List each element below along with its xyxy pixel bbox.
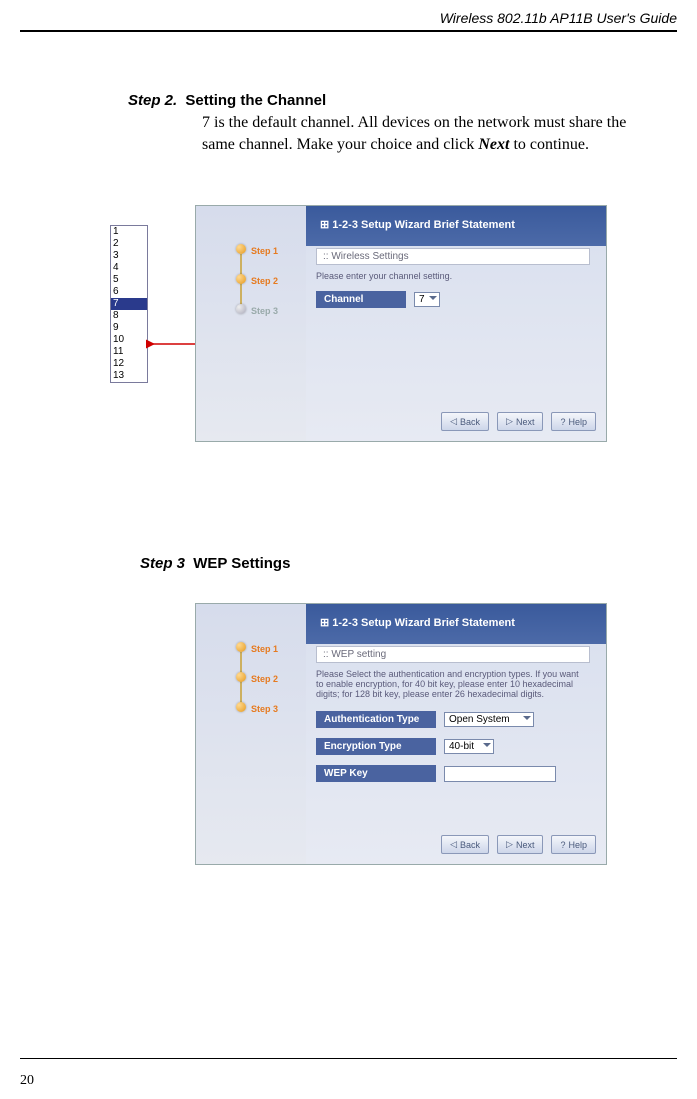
help-glyph-icon: ? xyxy=(560,417,565,427)
wizard-sidebar: Step 1 Step 2 Step 3 xyxy=(196,206,306,441)
channel-select[interactable]: 7 xyxy=(414,292,440,307)
wizard-banner: ⊞ 1-2-3 Setup Wizard Brief Statement xyxy=(306,206,606,246)
next-button-label-3: Next xyxy=(516,840,535,850)
channel-option[interactable]: 7 xyxy=(111,298,147,310)
channel-option[interactable]: 11 xyxy=(111,346,147,358)
auth-type-label: Authentication Type xyxy=(316,711,436,728)
help-button[interactable]: ? Help xyxy=(551,412,596,431)
wizard-step-3-screenshot: Step 1 Step 2 Step 3 ⊞ 1-2-3 Setup Wizar… xyxy=(195,603,607,865)
channel-option[interactable]: 6 xyxy=(111,286,147,298)
back-button-label-3: Back xyxy=(460,840,480,850)
figure-step-3: Step 1 Step 2 Step 3 ⊞ 1-2-3 Setup Wizar… xyxy=(0,603,697,883)
step-2-title-text: Setting the Channel xyxy=(185,92,326,109)
footer-rule xyxy=(20,1058,677,1059)
banner-text-3: 1-2-3 Setup Wizard Brief Statement xyxy=(332,617,515,629)
panel-title-wep: :: WEP setting xyxy=(316,646,590,663)
channel-option[interactable]: 1 xyxy=(111,226,147,238)
wizard-main-3: ⊞ 1-2-3 Setup Wizard Brief Statement :: … xyxy=(306,604,606,864)
step-2-text: 7 is the default channel. All devices on… xyxy=(202,112,657,155)
step-3-block: Step 3 WEP Settings xyxy=(140,555,657,573)
sidebar-step-1-label-b: Step 1 xyxy=(251,644,278,654)
back-button[interactable]: ◁ Back xyxy=(441,412,489,431)
sidebar-dot-2b xyxy=(236,672,246,682)
step-3-label: Step 3 xyxy=(140,555,185,572)
sidebar-dot-2 xyxy=(236,274,246,284)
auth-row: Authentication Type Open System xyxy=(316,711,596,728)
page-number: 20 xyxy=(20,1073,34,1089)
wepkey-row: WEP Key xyxy=(316,765,596,782)
step-2-text-b: to continue. xyxy=(509,136,589,153)
figure-step-2: 12345678910111213 Step 1 Step 2 Step 3 xyxy=(0,205,697,465)
sidebar-step-3-label-b: Step 3 xyxy=(251,704,278,714)
channel-label: Channel xyxy=(316,291,406,308)
sidebar-step-2-label-b: Step 2 xyxy=(251,674,278,684)
channel-option[interactable]: 13 xyxy=(111,370,147,382)
help-button-3[interactable]: ? Help xyxy=(551,835,596,854)
wepkey-label: WEP Key xyxy=(316,765,436,782)
sidebar-dot-3 xyxy=(236,304,246,314)
panel-instruction-wireless: Please enter your channel setting. xyxy=(316,271,596,281)
next-glyph-icon: ▷ xyxy=(506,416,513,427)
enc-row: Encryption Type 40-bit xyxy=(316,738,596,755)
banner-text: 1-2-3 Setup Wizard Brief Statement xyxy=(332,219,515,231)
wepkey-input[interactable] xyxy=(444,766,556,782)
channel-option[interactable]: 5 xyxy=(111,274,147,286)
next-button[interactable]: ▷ Next xyxy=(497,412,543,431)
channel-row: Channel 7 xyxy=(316,291,596,308)
panel-instruction-wep: Please Select the authentication and enc… xyxy=(316,669,596,699)
wizard-button-row: ◁ Back ▷ Next ? Help xyxy=(441,412,596,431)
sidebar-step-1-label: Step 1 xyxy=(251,246,278,256)
channel-option[interactable]: 2 xyxy=(111,238,147,250)
channel-dropdown-list[interactable]: 12345678910111213 xyxy=(110,225,148,383)
help-glyph-icon-3: ? xyxy=(560,840,565,850)
channel-option[interactable]: 12 xyxy=(111,358,147,370)
next-button-label: Next xyxy=(516,417,535,427)
step-3-title-text: WEP Settings xyxy=(193,555,290,572)
help-button-label: Help xyxy=(568,417,587,427)
back-button-label: Back xyxy=(460,417,480,427)
step-2-label: Step 2. xyxy=(128,92,177,109)
channel-option[interactable]: 9 xyxy=(111,322,147,334)
sidebar-step-3-label: Step 3 xyxy=(251,306,278,316)
panel-title-wireless: :: Wireless Settings xyxy=(316,248,590,265)
channel-option[interactable]: 8 xyxy=(111,310,147,322)
sidebar-dot-3b xyxy=(236,702,246,712)
channel-option[interactable]: 10 xyxy=(111,334,147,346)
enc-type-select[interactable]: 40-bit xyxy=(444,739,494,754)
next-glyph-icon-3: ▷ xyxy=(506,839,513,850)
wizard-button-row-3: ◁ Back ▷ Next ? Help xyxy=(441,835,596,854)
help-button-label-3: Help xyxy=(568,840,587,850)
banner-icon: ⊞ xyxy=(320,219,329,231)
banner-icon-3: ⊞ xyxy=(320,617,329,629)
channel-option[interactable]: 4 xyxy=(111,262,147,274)
wizard-banner-3: ⊞ 1-2-3 Setup Wizard Brief Statement xyxy=(306,604,606,644)
auth-type-select[interactable]: Open System xyxy=(444,712,534,727)
wizard-sidebar-3: Step 1 Step 2 Step 3 xyxy=(196,604,306,864)
step-2-text-bold: Next xyxy=(478,136,509,153)
step-2-title: Setting the Channel xyxy=(181,92,326,109)
step-2-block: Step 2. Setting the Channel 7 is the def… xyxy=(128,92,657,155)
back-glyph-icon: ◁ xyxy=(450,416,457,427)
wizard-main: ⊞ 1-2-3 Setup Wizard Brief Statement :: … xyxy=(306,206,606,441)
back-glyph-icon-3: ◁ xyxy=(450,839,457,850)
step-3-title: WEP Settings xyxy=(189,555,290,572)
channel-option[interactable]: 3 xyxy=(111,250,147,262)
wizard-step-2-screenshot: Step 1 Step 2 Step 3 ⊞ 1-2-3 Setup Wizar… xyxy=(195,205,607,442)
page-header: Wireless 802.11b AP11B User's Guide xyxy=(0,0,697,30)
enc-type-label: Encryption Type xyxy=(316,738,436,755)
next-button-3[interactable]: ▷ Next xyxy=(497,835,543,854)
header-rule xyxy=(20,30,677,32)
sidebar-step-2-label: Step 2 xyxy=(251,276,278,286)
back-button-3[interactable]: ◁ Back xyxy=(441,835,489,854)
sidebar-dot-1 xyxy=(236,244,246,254)
sidebar-dot-1b xyxy=(236,642,246,652)
